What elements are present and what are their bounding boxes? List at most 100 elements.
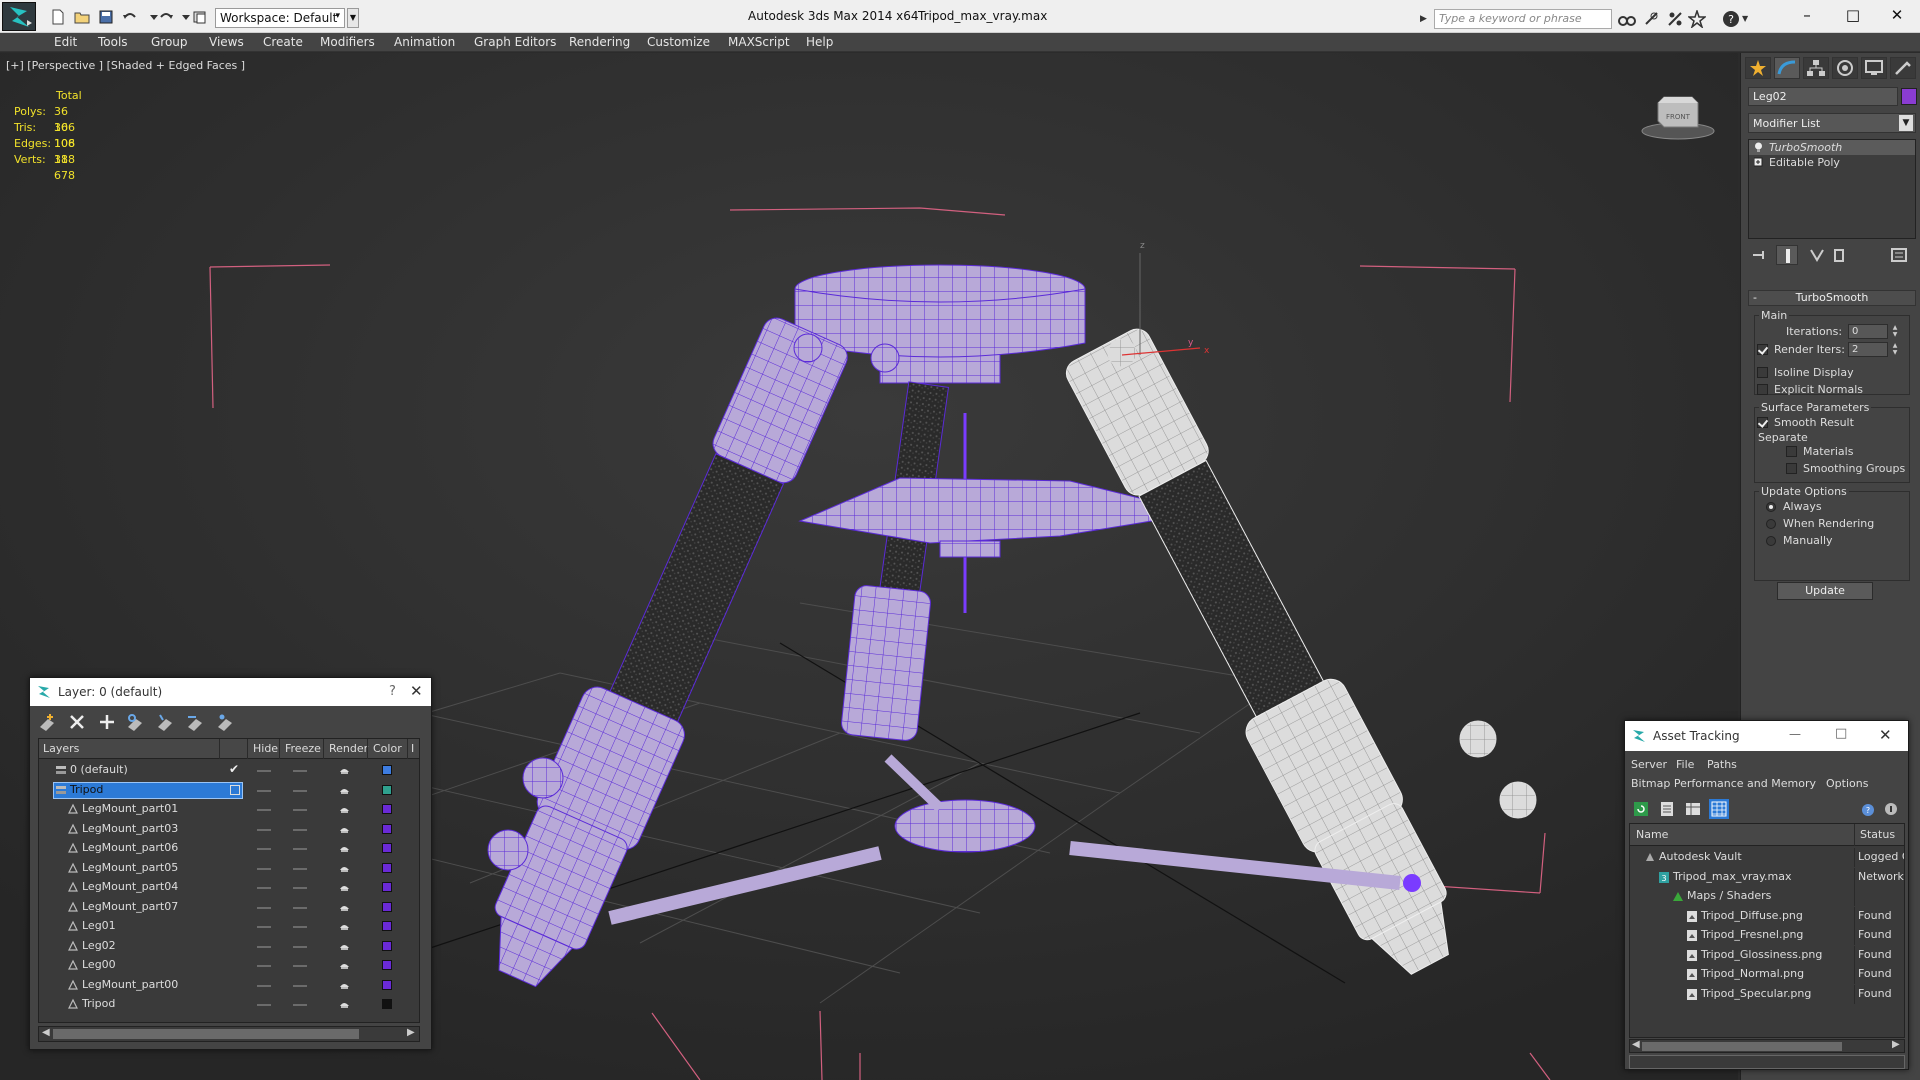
explicit-normals-checkbox[interactable] xyxy=(1757,384,1768,395)
render-teapot-icon[interactable] xyxy=(339,824,350,835)
render-teapot-icon[interactable] xyxy=(339,863,350,874)
asset-row[interactable]: Maps / Shaders xyxy=(1630,887,1904,906)
stack-item-editable-poly[interactable]: Editable Poly xyxy=(1749,155,1915,170)
hide-toggle[interactable] xyxy=(257,906,271,909)
render-teapot-icon[interactable] xyxy=(339,804,350,815)
layer-row[interactable]: Leg01 xyxy=(39,917,419,936)
asset-menu-options[interactable]: Options xyxy=(1826,777,1868,790)
layer-color-swatch[interactable] xyxy=(382,882,392,892)
render-teapot-icon[interactable] xyxy=(339,921,350,932)
freeze-toggle[interactable] xyxy=(293,984,307,987)
help-dropdown-icon[interactable]: ▼ xyxy=(1742,10,1752,28)
layer-color-swatch[interactable] xyxy=(382,843,392,853)
hide-toggle[interactable] xyxy=(257,965,271,967)
select-objects-icon[interactable] xyxy=(124,711,146,733)
smoothing-groups-checkbox[interactable] xyxy=(1786,463,1797,474)
menu-modifiers[interactable]: Modifiers xyxy=(320,35,375,49)
update-always-radio[interactable] xyxy=(1766,502,1776,512)
column-color[interactable]: Color xyxy=(373,742,402,755)
layer-color-swatch[interactable] xyxy=(382,862,392,873)
column-hide[interactable]: Hide xyxy=(253,742,278,755)
layer-color-swatch[interactable] xyxy=(382,784,392,795)
layer-color-swatch[interactable] xyxy=(382,765,392,775)
asset-row[interactable]: Tripod_Normal.png Found xyxy=(1630,965,1904,984)
spinner-arrows-icon[interactable]: ▲ ▼ xyxy=(1890,324,1900,339)
motion-tab-icon[interactable] xyxy=(1832,57,1858,79)
update-button[interactable]: Update xyxy=(1777,582,1873,600)
dialog-titlebar[interactable]: Asset Tracking — □ ✕ xyxy=(1625,721,1908,751)
hide-toggle[interactable] xyxy=(257,984,271,987)
info-icon[interactable] xyxy=(1881,799,1901,819)
freeze-toggle[interactable] xyxy=(293,848,307,850)
render-iters-checkbox[interactable] xyxy=(1757,344,1768,355)
grid-view-icon[interactable] xyxy=(1709,799,1729,819)
scroll-left-icon[interactable]: ◀ xyxy=(1632,1039,1640,1050)
scrollbar-thumb[interactable] xyxy=(1642,1042,1842,1051)
asset-menu-file[interactable]: File xyxy=(1676,758,1694,771)
hide-toggle[interactable] xyxy=(257,887,271,889)
update-manually-radio[interactable] xyxy=(1766,536,1776,546)
app-logo-icon[interactable] xyxy=(2,2,36,31)
render-teapot-icon[interactable] xyxy=(339,902,350,913)
scroll-right-icon[interactable]: ▶ xyxy=(407,1027,415,1038)
hide-toggle[interactable] xyxy=(257,867,271,870)
asset-row[interactable]: 3 Tripod_max_vray.max Network xyxy=(1630,867,1904,887)
layer-row[interactable]: 0 (default) ✔ xyxy=(39,761,419,780)
hide-toggle[interactable] xyxy=(257,1004,271,1006)
project-folder-icon[interactable] xyxy=(192,9,208,25)
layer-row[interactable]: LegMount_part05 xyxy=(39,859,419,878)
hide-toggle[interactable] xyxy=(257,828,271,831)
utilities-tab-icon[interactable] xyxy=(1890,57,1916,79)
redo-icon[interactable] xyxy=(158,9,174,25)
menu-create[interactable]: Create xyxy=(263,35,303,49)
search-input[interactable]: Type a keyword or phrase xyxy=(1434,9,1612,29)
hide-toggle[interactable] xyxy=(257,848,271,850)
menu-edit[interactable]: Edit xyxy=(54,35,77,49)
hide-toggle[interactable] xyxy=(257,770,271,772)
help-icon[interactable]: ? xyxy=(1722,10,1740,28)
asset-row[interactable]: Tripod_Specular.png Found xyxy=(1630,984,1904,1004)
maximize-button[interactable]: □ xyxy=(1835,726,1847,741)
horizontal-scrollbar[interactable]: ◀ ▶ xyxy=(38,1026,420,1042)
communication-center-icon[interactable] xyxy=(1666,10,1684,28)
favorites-star-icon[interactable] xyxy=(1686,8,1708,30)
highlight-selected-icon[interactable] xyxy=(154,711,176,733)
layer-row[interactable]: LegMount_part00 xyxy=(39,976,419,995)
asset-menu-bitmap-performance[interactable]: Bitmap Performance and Memory xyxy=(1631,777,1816,790)
help-icon[interactable]: ? xyxy=(389,684,396,699)
column-render[interactable]: Render xyxy=(329,742,368,755)
horizontal-scrollbar[interactable]: ◀ ▶ xyxy=(1629,1039,1905,1053)
layer-row[interactable]: Tripod xyxy=(39,781,419,800)
asset-row[interactable]: Autodesk Vault Logged O xyxy=(1630,848,1904,867)
subscription-icon[interactable] xyxy=(1642,10,1660,28)
freeze-toggle[interactable] xyxy=(293,906,307,909)
close-icon[interactable]: ✕ xyxy=(410,682,423,700)
menu-help[interactable]: Help xyxy=(806,35,833,49)
make-unique-icon[interactable] xyxy=(1806,245,1828,265)
render-teapot-icon[interactable] xyxy=(339,785,350,796)
freeze-toggle[interactable] xyxy=(293,965,307,967)
column-freeze[interactable]: Freeze xyxy=(285,742,321,755)
workspace-select[interactable]: Workspace: Default ▾ xyxy=(215,8,345,28)
layer-color-swatch[interactable] xyxy=(382,960,392,970)
freeze-all-layers-icon[interactable] xyxy=(214,711,236,733)
remove-modifier-icon[interactable] xyxy=(1828,245,1850,265)
render-iters-spinner[interactable]: 2 xyxy=(1848,342,1888,357)
table-view-icon[interactable] xyxy=(1683,799,1703,819)
layer-row[interactable]: Tripod xyxy=(39,995,419,1014)
layer-color-swatch[interactable] xyxy=(382,979,392,990)
object-name-field[interactable]: Leg02 xyxy=(1748,87,1898,106)
render-teapot-icon[interactable] xyxy=(339,882,350,893)
active-layer-check-icon[interactable]: ✔ xyxy=(229,762,239,776)
layer-row[interactable]: Leg02 xyxy=(39,937,419,956)
layer-row[interactable]: LegMount_part07 xyxy=(39,898,419,917)
configure-sets-icon[interactable] xyxy=(1888,245,1910,265)
stack-item-turbosmooth[interactable]: TurboSmooth xyxy=(1749,140,1915,155)
freeze-toggle[interactable] xyxy=(293,945,307,948)
list-view-icon[interactable] xyxy=(1657,799,1677,819)
render-teapot-icon[interactable] xyxy=(339,941,350,952)
layer-color-swatch[interactable] xyxy=(382,940,392,951)
minimize-button[interactable]: – xyxy=(1784,4,1830,28)
add-to-layer-icon[interactable] xyxy=(96,711,118,733)
minimize-button[interactable]: — xyxy=(1789,727,1801,741)
